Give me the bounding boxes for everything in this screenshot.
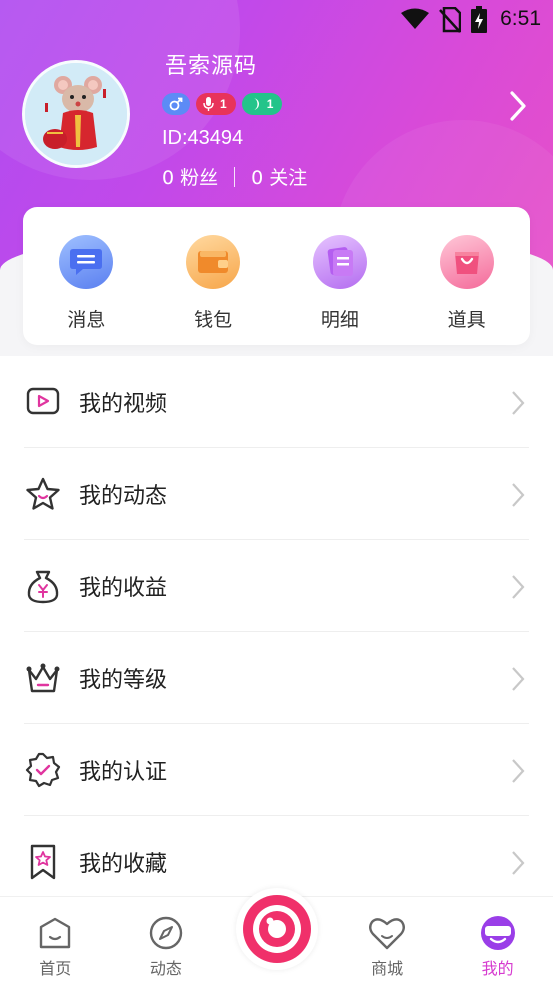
- menu-item-label: 我的收藏: [79, 852, 168, 877]
- tab-mall[interactable]: 商城: [332, 897, 443, 984]
- microphone-icon: [203, 97, 214, 111]
- user-id: ID:43494: [162, 127, 244, 149]
- live-camera-button[interactable]: [236, 888, 318, 970]
- tab-label: 我的: [481, 959, 514, 978]
- quick-action-label: 道具: [447, 309, 486, 331]
- menu-item-my-moments[interactable]: 我的动态: [0, 448, 553, 540]
- video-icon: [24, 383, 62, 421]
- menu-item-my-level[interactable]: 我的等级: [0, 632, 553, 724]
- username: 吾索源码: [165, 54, 258, 79]
- follow-stats: 0 粉丝 0 关注: [162, 163, 307, 190]
- fans-count[interactable]: 0 粉丝: [162, 163, 218, 190]
- menu-item-my-earnings[interactable]: 我的收益: [0, 540, 553, 632]
- menu-item-label: 我的动态: [79, 484, 168, 509]
- level-badges: 1 1: [162, 93, 283, 115]
- tab-mine[interactable]: 我的: [442, 897, 553, 984]
- menu-item-label: 我的认证: [79, 760, 168, 785]
- camera-lens-icon: [243, 895, 311, 963]
- menu-item-label: 我的等级: [79, 668, 168, 693]
- props-bag-icon: [439, 235, 494, 289]
- male-icon: [169, 97, 183, 111]
- wifi-icon: [401, 8, 429, 29]
- details-icon: [312, 235, 367, 289]
- gender-badge: [162, 93, 190, 115]
- following-count[interactable]: 0 关注: [251, 163, 307, 190]
- host-level-badge: 1: [196, 93, 236, 115]
- status-bar: 6:51: [0, 0, 553, 38]
- host-level-value: 1: [220, 97, 227, 111]
- no-sim-icon: [439, 7, 461, 33]
- battery-charging-icon: [471, 6, 487, 33]
- home-icon: [40, 917, 71, 949]
- tab-label: 商城: [371, 959, 404, 978]
- chevron-right-icon: [512, 391, 525, 415]
- mouse-mascot-image: [25, 63, 127, 165]
- stats-divider: [234, 166, 236, 187]
- tab-moments[interactable]: 动态: [111, 897, 222, 984]
- quick-action-label: 钱包: [194, 309, 233, 331]
- compass-icon: [149, 916, 183, 950]
- chevron-right-icon: [512, 575, 525, 599]
- quick-action-details[interactable]: 明细: [285, 207, 395, 332]
- quick-action-props[interactable]: 道具: [412, 207, 522, 332]
- menu-item-label: 我的视频: [79, 392, 168, 417]
- profile-menu-list: 我的视频 我的动态 我的收益 我的等级 我的认证 我的收藏: [0, 356, 553, 908]
- moon-icon: [252, 98, 259, 110]
- money-bag-icon: [24, 567, 62, 605]
- chevron-right-icon: [512, 759, 525, 783]
- verified-badge-icon: [24, 751, 62, 789]
- quick-action-label: 消息: [67, 309, 106, 331]
- tab-label: 首页: [39, 959, 72, 978]
- quick-action-messages[interactable]: 消息: [31, 207, 141, 332]
- quick-action-label: 明细: [320, 309, 359, 331]
- wallet-icon: [186, 235, 241, 289]
- menu-item-my-verification[interactable]: 我的认证: [0, 724, 553, 816]
- tab-home[interactable]: 首页: [0, 897, 111, 984]
- avatar[interactable]: [22, 60, 130, 168]
- menu-item-label: 我的收益: [79, 576, 168, 601]
- chevron-right-icon: [512, 851, 525, 875]
- quick-action-wallet[interactable]: 钱包: [158, 207, 268, 332]
- wealth-level-badge: 1: [241, 93, 283, 115]
- mine-avatar-icon: [480, 916, 515, 950]
- profile-chevron-right-icon[interactable]: [507, 90, 529, 122]
- quick-actions-card: 消息 钱包 明细 道具: [23, 207, 530, 345]
- star-icon: [24, 475, 62, 513]
- message-icon: [59, 235, 114, 289]
- wealth-level-value: 1: [266, 97, 274, 111]
- heart-icon: [369, 918, 406, 950]
- status-time: 6:51: [500, 7, 541, 30]
- chevron-right-icon: [512, 667, 525, 691]
- tab-label: 动态: [149, 959, 182, 978]
- crown-icon: [24, 659, 62, 697]
- chevron-right-icon: [512, 483, 525, 507]
- menu-item-my-videos[interactable]: 我的视频: [0, 356, 553, 448]
- bookmark-star-icon: [24, 843, 62, 881]
